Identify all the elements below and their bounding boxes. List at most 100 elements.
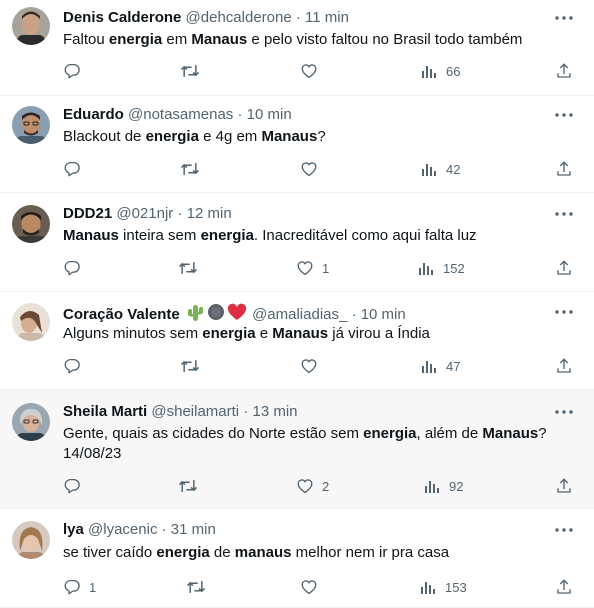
reply-button[interactable] <box>63 159 89 179</box>
views-button[interactable]: 92 <box>424 476 463 496</box>
separator: · <box>177 205 183 222</box>
avatar[interactable] <box>12 521 50 559</box>
share-icon <box>557 478 571 493</box>
tweet[interactable]: Sheila Marti @sheilamarti · 13 min Gente… <box>0 390 594 509</box>
heart-icon <box>301 580 317 595</box>
more-icon[interactable] <box>554 106 574 124</box>
text-fragment: ? <box>538 425 547 442</box>
views-button[interactable]: 153 <box>420 577 467 597</box>
reply-button[interactable]: 1 <box>63 577 96 597</box>
share-button[interactable] <box>555 577 573 597</box>
retweet-button[interactable] <box>178 258 206 278</box>
more-icon[interactable] <box>554 9 574 27</box>
like-button[interactable]: 2 <box>296 476 329 496</box>
more-icon[interactable] <box>554 521 574 539</box>
separator: · <box>243 403 249 420</box>
share-button[interactable] <box>555 258 573 278</box>
display-name[interactable]: Denis Calderone <box>63 9 181 26</box>
avatar[interactable] <box>12 403 50 441</box>
tweet[interactable]: Eduardo @notasamenas · 10 min Blackout d… <box>0 96 594 193</box>
heart-icon <box>301 359 317 374</box>
keyword-highlight: energia <box>200 227 254 244</box>
share-button[interactable] <box>555 159 573 179</box>
timestamp[interactable]: 13 min <box>252 403 297 420</box>
timestamp[interactable]: 10 min <box>361 306 406 323</box>
username[interactable]: @notasamenas <box>128 106 233 123</box>
views-button[interactable]: 47 <box>421 356 460 376</box>
like-button[interactable] <box>300 577 326 597</box>
keyword-highlight: energia <box>108 31 163 48</box>
reply-button[interactable] <box>63 356 89 376</box>
keyword-highlight: energia <box>202 325 256 342</box>
tweet[interactable]: Denis Calderone @dehcalderone · 11 min F… <box>0 0 594 96</box>
tweet-actions: 66 <box>0 61 594 81</box>
keyword-highlight: energia <box>363 425 417 442</box>
display-name[interactable]: Sheila Marti <box>63 403 147 420</box>
name-emojis <box>186 303 246 326</box>
like-button[interactable] <box>300 159 326 179</box>
reply-icon <box>64 161 80 177</box>
retweet-button[interactable] <box>180 61 208 81</box>
tweet-header: Denis Calderone @dehcalderone · 11 min <box>63 9 554 27</box>
heart-icon <box>297 261 313 276</box>
tweet[interactable]: lya @lyacenic · 31 min se tiver caído en… <box>0 509 594 608</box>
share-button[interactable] <box>555 476 573 496</box>
reply-button[interactable] <box>63 61 89 81</box>
reply-button[interactable] <box>63 258 89 278</box>
tweet-text: Alguns minutos sem energia e Manaus já v… <box>63 324 576 344</box>
tweet-text: se tiver caído energia de manaus melhor … <box>63 543 576 563</box>
retweet-button[interactable] <box>186 577 214 597</box>
tweet[interactable]: Coração Valente @amaliadias_ · 10 min Al… <box>0 292 594 390</box>
timestamp[interactable]: 11 min <box>305 9 349 26</box>
text-fragment: Gente, quais as cidades do Norte estão s… <box>63 425 364 442</box>
like-count: 1 <box>322 260 330 276</box>
avatar[interactable] <box>12 106 50 144</box>
like-button[interactable] <box>300 356 326 376</box>
tweet-text: Gente, quais as cidades do Norte estão s… <box>63 424 576 464</box>
username[interactable]: @lyacenic <box>88 521 157 538</box>
separator: · <box>237 106 243 123</box>
views-icon <box>422 66 436 78</box>
avatar[interactable] <box>12 205 50 243</box>
more-icon[interactable] <box>554 403 574 421</box>
text-fragment: . Inacreditável como aqui falta luz <box>253 227 477 244</box>
like-button[interactable] <box>300 61 326 81</box>
retweet-button[interactable] <box>180 356 208 376</box>
avatar[interactable] <box>12 303 50 341</box>
views-button[interactable]: 152 <box>418 258 465 278</box>
reply-button[interactable] <box>63 476 89 496</box>
views-icon <box>422 361 436 373</box>
views-button[interactable]: 66 <box>421 61 460 81</box>
keyword-highlight: manaus <box>234 544 292 561</box>
share-icon <box>557 161 571 176</box>
tweet-text: Manaus inteira sem energia. Inacreditáve… <box>63 226 576 246</box>
display-name[interactable]: DDD21 <box>63 205 112 222</box>
timestamp[interactable]: 10 min <box>247 106 292 123</box>
display-name[interactable]: Coração Valente <box>63 306 180 323</box>
separator: · <box>351 306 357 323</box>
retweet-icon <box>180 65 200 77</box>
username[interactable]: @sheilamarti <box>151 403 239 420</box>
avatar[interactable] <box>12 7 50 45</box>
share-button[interactable] <box>555 61 573 81</box>
share-button[interactable] <box>555 356 573 376</box>
display-name[interactable]: lya <box>63 521 84 538</box>
views-icon <box>425 481 439 493</box>
reply-count: 1 <box>89 579 97 595</box>
tweet-actions: 1 153 <box>0 577 594 597</box>
retweet-button[interactable] <box>180 159 208 179</box>
display-name[interactable]: Eduardo <box>63 106 124 123</box>
more-icon[interactable] <box>554 205 574 223</box>
more-icon[interactable] <box>554 303 574 321</box>
keyword-highlight: energia <box>156 544 210 561</box>
like-count: 2 <box>322 478 330 494</box>
views-button[interactable]: 42 <box>421 159 460 179</box>
timestamp[interactable]: 12 min <box>187 205 232 222</box>
retweet-button[interactable] <box>178 476 206 496</box>
tweet[interactable]: DDD21 @021njr · 12 min Manaus inteira se… <box>0 193 594 292</box>
like-button[interactable]: 1 <box>296 258 329 278</box>
username[interactable]: @amaliadias_ <box>252 306 347 323</box>
timestamp[interactable]: 31 min <box>171 521 216 538</box>
username[interactable]: @dehcalderone <box>186 9 292 26</box>
username[interactable]: @021njr <box>116 205 173 222</box>
